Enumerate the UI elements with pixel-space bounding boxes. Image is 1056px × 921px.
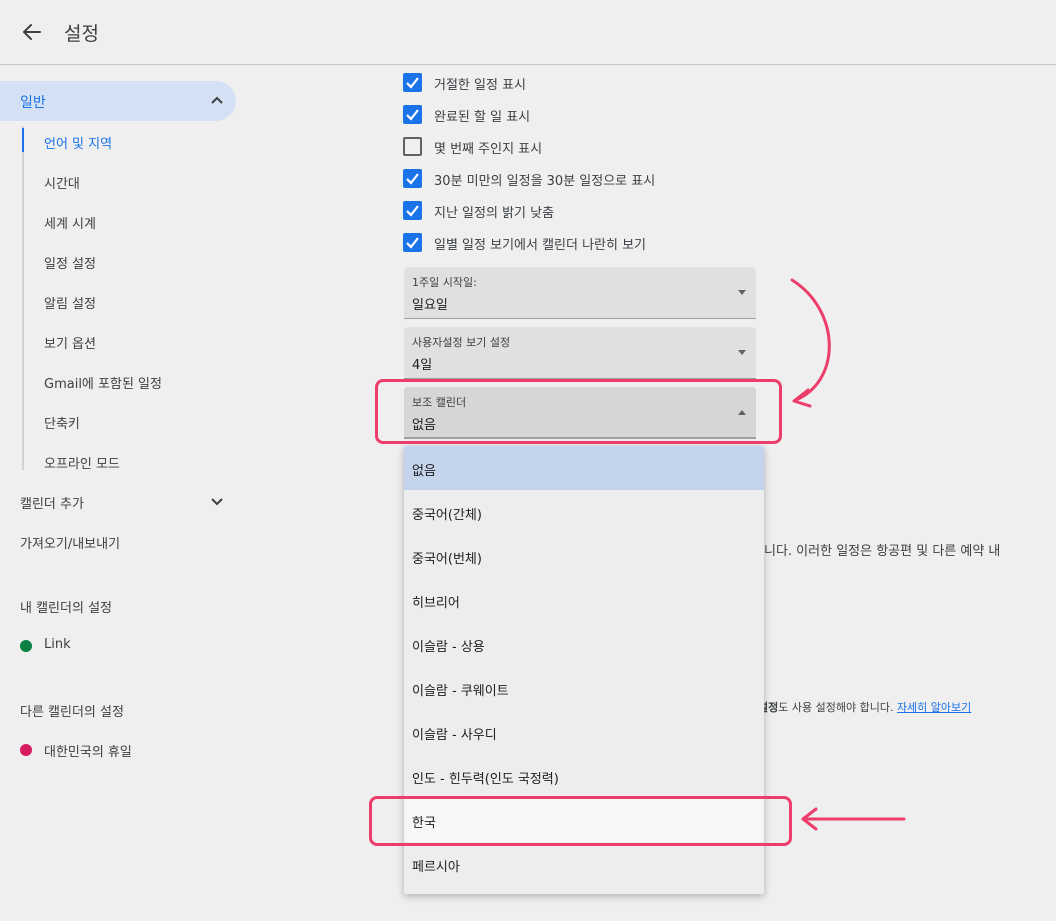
dropdown-option-islamic-saudi[interactable]: 이슬람 - 사우디 (404, 710, 764, 754)
calendar-color-dot (20, 640, 32, 652)
back-button[interactable] (18, 18, 46, 46)
sidebar-section-label: 일반 (20, 95, 46, 111)
sidebar-section-general[interactable]: 일반 (0, 81, 236, 121)
checkmark-icon (406, 173, 419, 185)
option-label: 일별 일정 보기에서 캘린더 나란히 보기 (434, 238, 647, 253)
option-text: 히브리어 (412, 596, 460, 611)
option-show-week-numbers[interactable]: 몇 번째 주인지 표시 (403, 136, 603, 158)
sidebar-item-import-export[interactable]: 가져오기/내보내기 (20, 533, 120, 552)
option-label: 지난 일정의 밝기 낮춤 (434, 206, 555, 221)
background-description-text: 니다. 이러한 일정은 항공편 및 다른 예약 내 (764, 544, 1001, 559)
option-show-declined[interactable]: 거절한 일정 표시 (403, 72, 603, 94)
option-text: 중국어(간체) (412, 508, 482, 523)
sidebar-item-gmail-events[interactable]: Gmail에 포함된 일정 (44, 373, 162, 392)
option-text: 없음 (412, 464, 436, 479)
page-title: 설정 (64, 23, 99, 45)
option-short-events[interactable]: 30분 미만의 일정을 30분 일정으로 표시 (403, 168, 703, 190)
dropdown-arrow-icon (738, 290, 746, 295)
learn-more-link[interactable]: 자세히 알아보기 (897, 701, 971, 714)
option-label: 몇 번째 주인지 표시 (434, 142, 543, 157)
dropdown-option-none[interactable]: 없음 (404, 446, 764, 490)
option-label: 완료된 할 일 표시 (434, 110, 531, 125)
checkmark-icon (406, 77, 419, 89)
dropdown-option-persian[interactable]: 페르시아 (404, 842, 764, 886)
custom-view-select[interactable]: 사용자설정 보기 설정 4일 (404, 327, 756, 379)
option-side-by-side-day-view[interactable]: 일별 일정 보기에서 캘린더 나란히 보기 (403, 232, 703, 254)
sidebar-item-label: 캘린더 추가 (20, 497, 84, 512)
checkbox-checked[interactable] (403, 233, 422, 252)
top-bar: 설정 (0, 0, 1056, 65)
option-text: 이슬람 - 상용 (412, 640, 485, 655)
option-text: 페르시아 (412, 860, 460, 875)
sidebar: 일반 언어 및 지역 시간대 세계 시계 일정 설정 알림 설정 보기 옵션 G… (0, 66, 250, 921)
sidebar-item-add-calendar[interactable]: 캘린더 추가 (20, 493, 230, 512)
calendar-color-dot (20, 744, 32, 756)
option-dim-past-events[interactable]: 지난 일정의 밝기 낮춤 (403, 200, 603, 222)
select-value: 일요일 (412, 298, 448, 313)
submenu-active-indicator (22, 128, 24, 152)
arrow-left-icon (23, 24, 41, 40)
dropdown-option-indian-saka[interactable]: 인도 - 힌두력(인도 국정력) (404, 754, 764, 798)
sidebar-item-language-region[interactable]: 언어 및 지역 (44, 133, 112, 152)
select-label: 사용자설정 보기 설정 (412, 336, 511, 349)
submenu-rail (22, 126, 24, 470)
dropdown-option-islamic-civil[interactable]: 이슬람 - 상용 (404, 622, 764, 666)
dropdown-option-hebrew[interactable]: 히브리어 (404, 578, 764, 622)
checkbox-checked[interactable] (403, 169, 422, 188)
checkbox-checked[interactable] (403, 105, 422, 124)
option-text: 중국어(번체) (412, 552, 482, 567)
option-show-completed-tasks[interactable]: 완료된 할 일 표시 (403, 104, 603, 126)
sidebar-item-offline-mode[interactable]: 오프라인 모드 (44, 453, 120, 472)
sidebar-item-view-options[interactable]: 보기 옵션 (44, 333, 96, 352)
checkmark-icon (406, 109, 419, 121)
chevron-up-icon (211, 96, 223, 104)
calendar-name: 대한민국의 휴일 (44, 745, 132, 760)
option-label: 30분 미만의 일정을 30분 일정으로 표시 (434, 174, 656, 189)
option-text: 이슬람 - 쿠웨이트 (412, 684, 509, 699)
other-calendars-heading: 다른 캘린더의 설정 (20, 705, 124, 720)
dropdown-option-islamic-kuwait[interactable]: 이슬람 - 쿠웨이트 (404, 666, 764, 710)
dropdown-arrow-icon (738, 350, 746, 355)
sidebar-item-notification-settings[interactable]: 알림 설정 (44, 293, 96, 312)
sidebar-item-shortcuts[interactable]: 단축키 (44, 413, 80, 432)
curved-arrow-annotation (790, 278, 831, 408)
week-start-select[interactable]: 1주일 시작일: 일요일 (404, 267, 756, 319)
left-arrow-annotation (801, 807, 906, 831)
dropdown-option-chinese-simplified[interactable]: 중국어(간체) (404, 490, 764, 534)
calendar-name: Link (44, 637, 71, 652)
sidebar-item-event-settings[interactable]: 일정 설정 (44, 253, 96, 272)
my-calendars-heading: 내 캘린더의 설정 (20, 601, 112, 616)
annotation-highlight-korean (369, 796, 792, 846)
annotation-highlight-select (375, 379, 782, 444)
dropdown-option-chinese-traditional[interactable]: 중국어(번체) (404, 534, 764, 578)
option-text: 인도 - 힌두력(인도 국정력) (412, 772, 559, 787)
checkbox-unchecked[interactable] (403, 137, 422, 156)
background-help-text: 설정도 사용 설정해야 합니다. 자세히 알아보기 (758, 699, 971, 715)
help-text: 도 사용 설정해야 합니다. (778, 701, 897, 714)
select-label: 1주일 시작일: (412, 276, 477, 289)
select-value: 4일 (412, 358, 433, 373)
sidebar-item-timezone[interactable]: 시간대 (44, 173, 80, 192)
checkmark-icon (406, 205, 419, 217)
chevron-down-icon (211, 498, 223, 506)
sidebar-item-world-clock[interactable]: 세계 시계 (44, 213, 96, 232)
checkbox-checked[interactable] (403, 73, 422, 92)
checkmark-icon (406, 237, 419, 249)
option-label: 거절한 일정 표시 (434, 78, 526, 93)
checkbox-checked[interactable] (403, 201, 422, 220)
option-text: 이슬람 - 사우디 (412, 728, 497, 743)
